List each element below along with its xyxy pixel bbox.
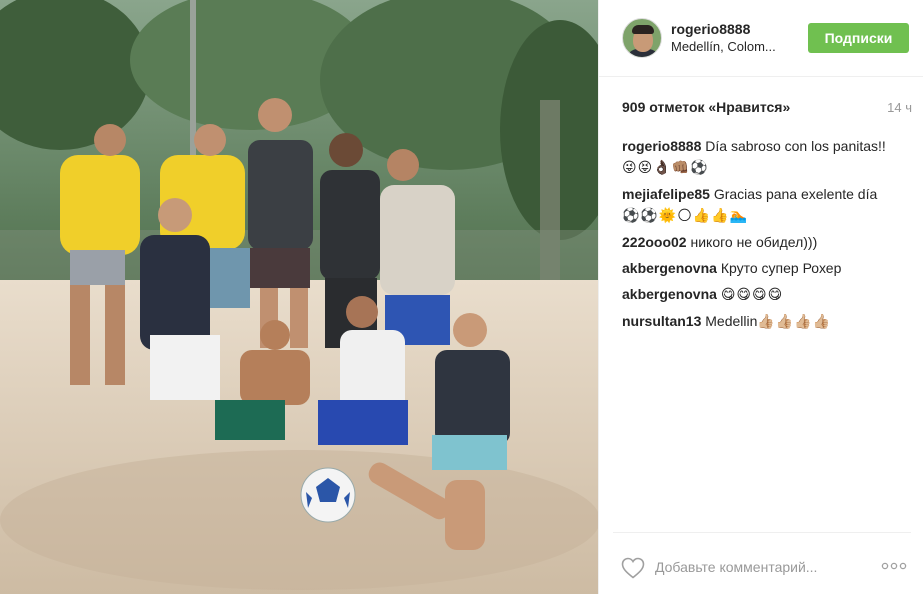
comment-item: mejiafelipe85 Gracias pana exelente día …	[622, 184, 912, 227]
comment-emoji: 😜😝👌🏿👊🏽⚽	[622, 160, 709, 176]
comment-text: никого не обидел)))	[690, 234, 818, 250]
comment-emoji: 😋😋😋😋	[720, 287, 784, 303]
post-timestamp[interactable]: 14 ч	[887, 100, 912, 115]
comment-text: Día sabroso con los panitas!!	[705, 138, 886, 154]
avatar[interactable]	[622, 18, 662, 58]
follow-button[interactable]: Подписки	[808, 23, 909, 53]
post-photo[interactable]	[0, 0, 598, 594]
comment-footer	[613, 532, 911, 594]
likes-row: 909 отметок «Нравится» 14 ч	[622, 99, 912, 117]
likes-count[interactable]: 909 отметок «Нравится»	[622, 99, 790, 115]
comment-username[interactable]: nursultan13	[622, 313, 701, 329]
post-author-username[interactable]: rogerio8888	[671, 21, 750, 37]
comments-list: rogerio8888 Día sabroso con los panitas!…	[622, 136, 912, 338]
comment-item: rogerio8888 Día sabroso con los panitas!…	[622, 136, 912, 179]
comment-username[interactable]: rogerio8888	[622, 138, 701, 154]
comment-username[interactable]: akbergenovna	[622, 286, 717, 302]
post-header: rogerio8888 Medellín, Colom... Подписки	[599, 0, 923, 77]
comment-username[interactable]: akbergenovna	[622, 260, 717, 276]
photo-image	[0, 0, 598, 594]
post-side-panel: rogerio8888 Medellín, Colom... Подписки …	[598, 0, 923, 594]
comment-text: Gracias pana exelente día	[713, 186, 878, 202]
comment-username[interactable]: 222ooo02	[622, 234, 687, 250]
comment-emoji: ⚽⚽🌞🌕👍👍🏊	[622, 208, 749, 224]
avatar-hair	[632, 25, 654, 34]
comment-item: nursultan13 Medellin👍🏼👍🏼👍🏼👍🏼	[622, 311, 912, 333]
comment-username[interactable]: mejiafelipe85	[622, 186, 710, 202]
comment-input[interactable]	[655, 555, 865, 579]
comment-emoji: 👍🏼👍🏼👍🏼👍🏼	[757, 314, 832, 330]
more-options-icon[interactable]	[881, 561, 907, 571]
comment-item: 222ooo02 никого не обидел)))	[622, 232, 912, 253]
comment-item: akbergenovna 😋😋😋😋	[622, 284, 912, 306]
comment-item: akbergenovna Круто супер Рохер	[622, 258, 912, 279]
heart-icon[interactable]	[621, 557, 645, 579]
post-location[interactable]: Medellín, Colom...	[671, 39, 776, 54]
comment-text: Medellin	[705, 313, 758, 329]
comment-text: Круто супер Рохер	[720, 260, 842, 276]
